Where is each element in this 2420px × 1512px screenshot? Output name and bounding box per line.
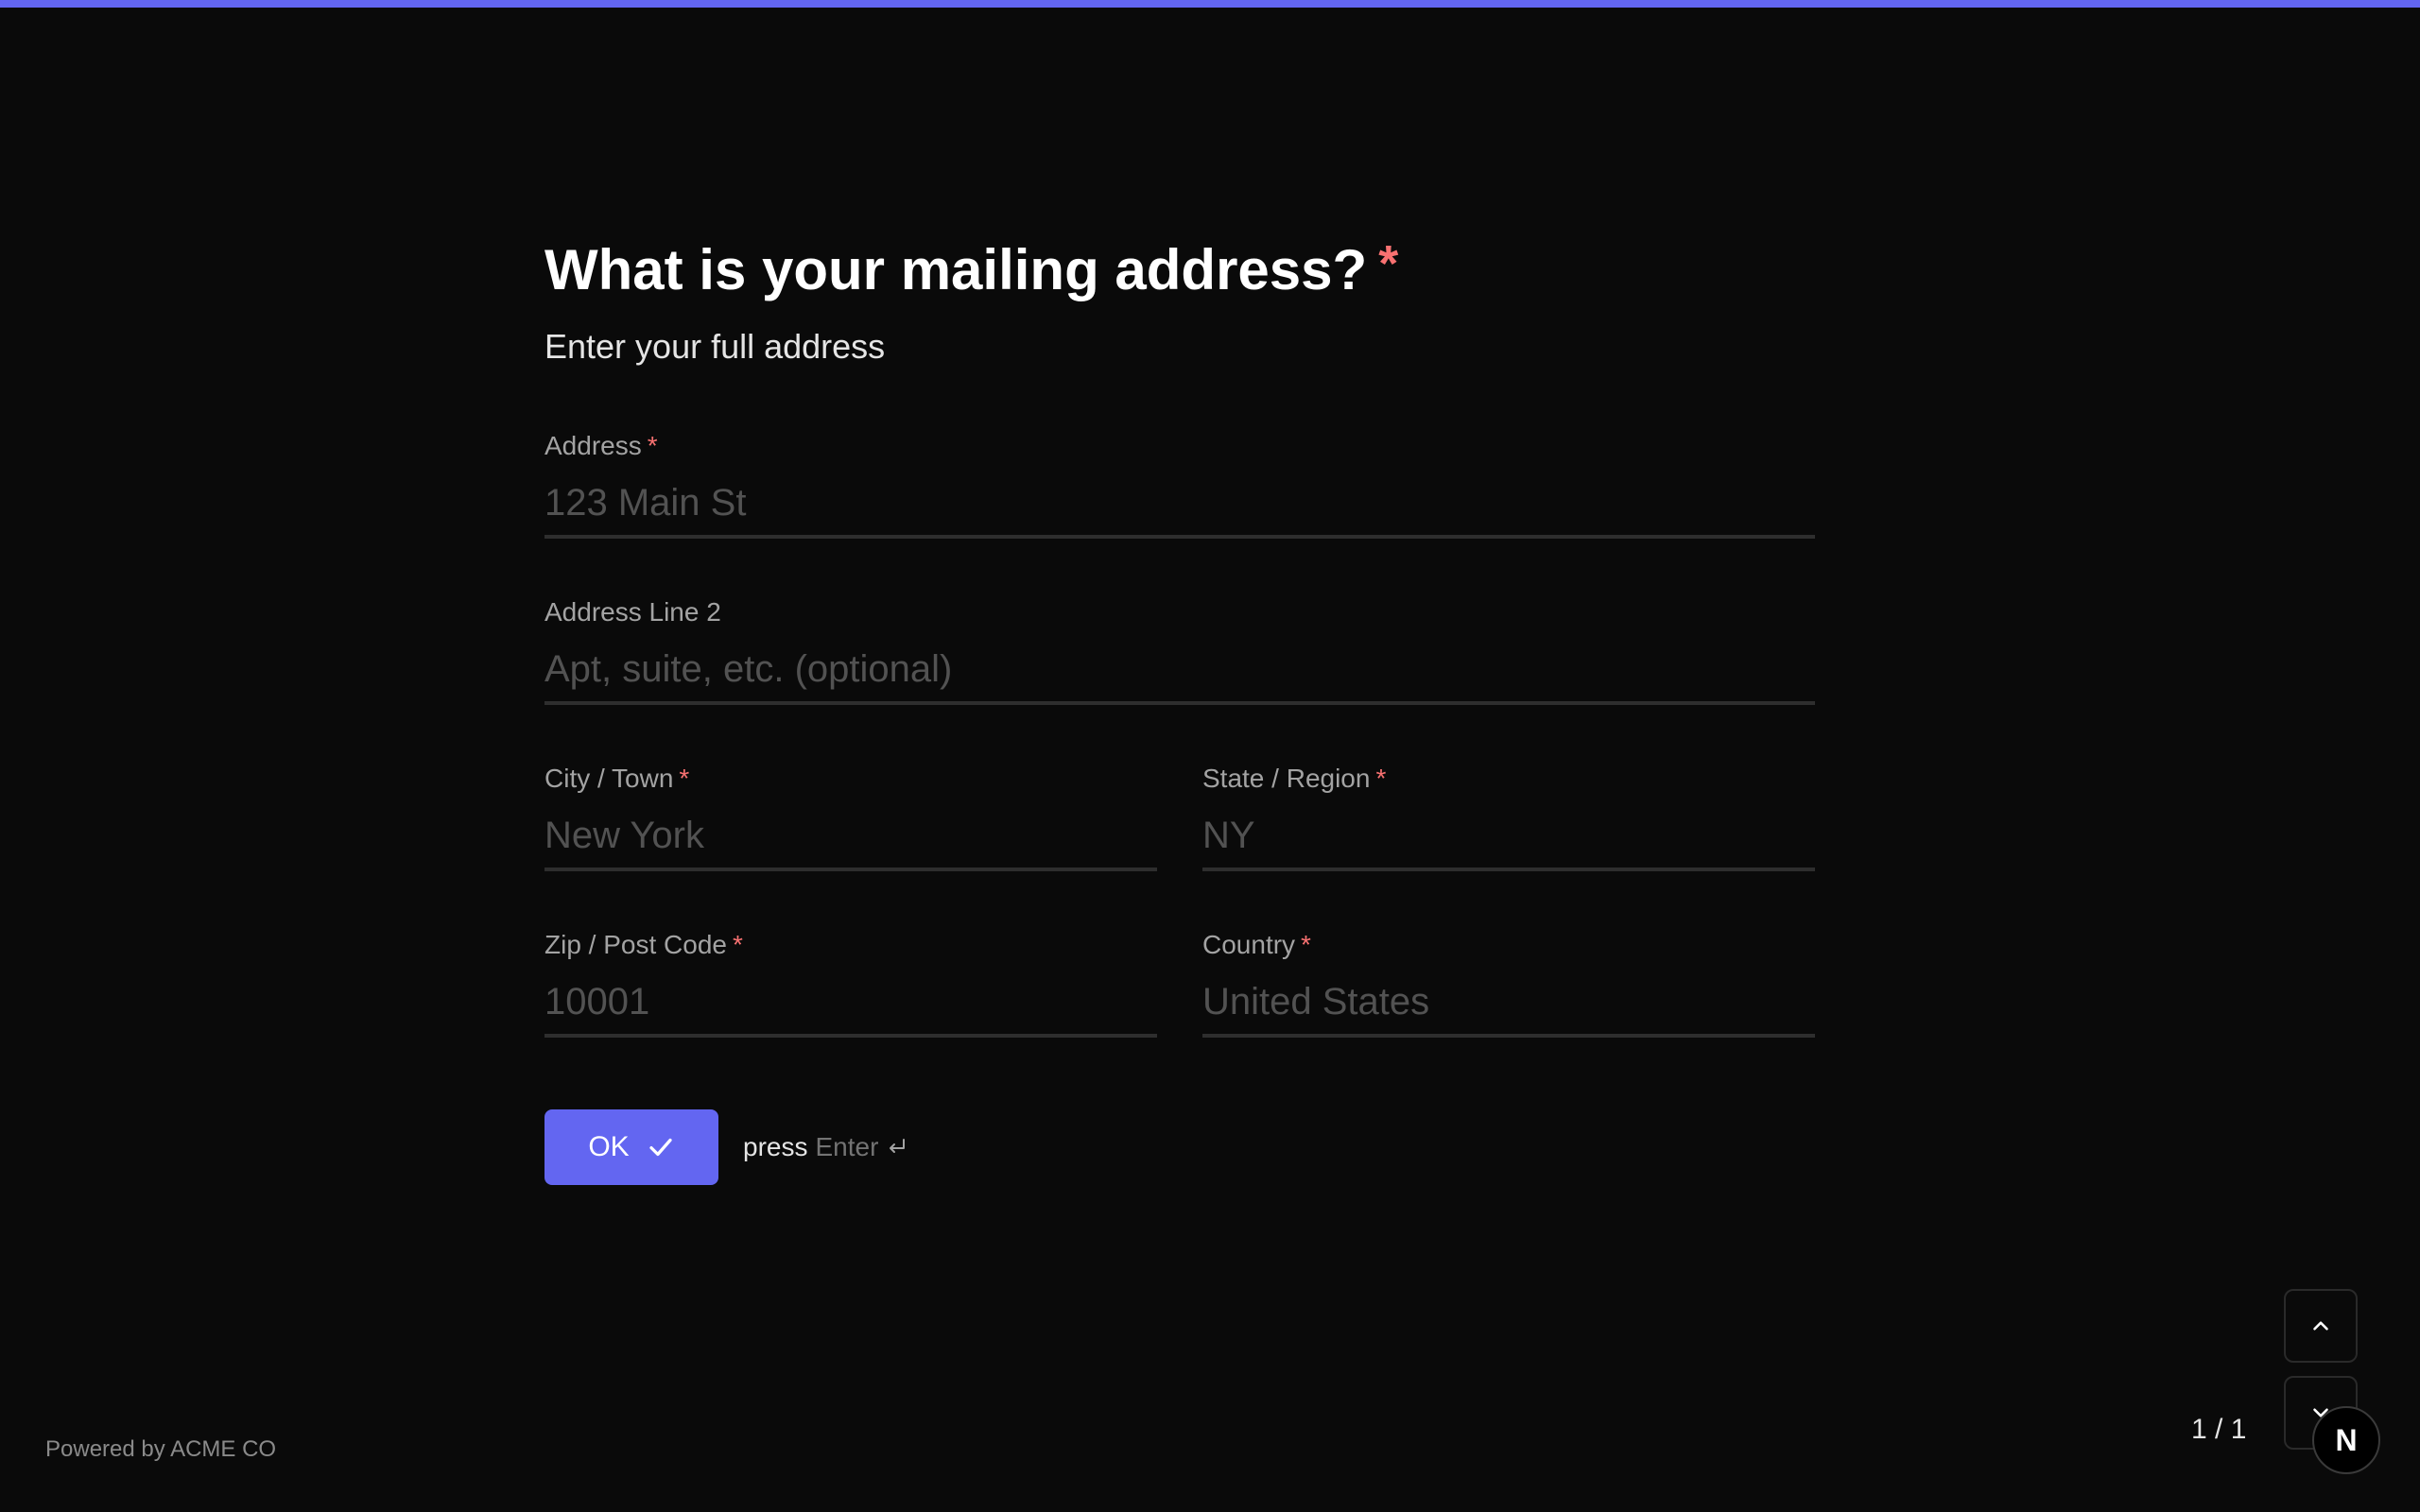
question-title-row: What is your mailing address? * [544, 234, 1815, 306]
check-icon [649, 1138, 672, 1157]
address-line-2-field-group: Address Line 2 [544, 595, 1815, 762]
previous-question-button[interactable] [2284, 1289, 2358, 1363]
address-line-2-label-row: Address Line 2 [544, 595, 1815, 629]
zip-input[interactable] [544, 981, 1157, 1038]
city-field-group: City / Town * [544, 762, 1157, 928]
required-asterisk: * [1301, 930, 1311, 959]
country-label: Country [1202, 930, 1296, 959]
city-label: City / Town [544, 764, 674, 793]
n-logo-badge[interactable]: N [2312, 1406, 2380, 1474]
zip-label-row: Zip / Post Code * [544, 928, 1157, 962]
n-logo-letter: N [2335, 1422, 2358, 1457]
required-asterisk: * [647, 431, 658, 460]
country-label-row: Country * [1202, 928, 1815, 962]
address-fields: Address * Address Line 2 City / Town * [544, 429, 1815, 1094]
chevron-up-icon [2313, 1321, 2328, 1331]
hint-prefix: press [743, 1132, 808, 1161]
required-asterisk: * [732, 930, 743, 959]
state-field-group: State / Region * [1202, 762, 1815, 928]
question-title: What is your mailing address? [544, 238, 1368, 301]
address-line-2-label: Address Line 2 [544, 597, 721, 627]
state-input[interactable] [1202, 815, 1815, 871]
address-field-group: Address * [544, 429, 1815, 595]
progress-bar [0, 0, 2420, 8]
city-input[interactable] [544, 815, 1157, 871]
address-label-row: Address * [544, 429, 1815, 463]
state-label-row: State / Region * [1202, 762, 1815, 796]
address-input[interactable] [544, 482, 1815, 539]
country-input[interactable] [1202, 981, 1815, 1038]
powered-by-text: Powered by ACME CO [45, 1436, 277, 1462]
ok-button[interactable]: OK [544, 1109, 718, 1185]
required-asterisk: * [1375, 764, 1387, 793]
address-form: What is your mailing address? * Enter yo… [544, 234, 1815, 1185]
enter-return-icon [890, 1139, 906, 1153]
zip-field-group: Zip / Post Code * [544, 928, 1157, 1094]
question-subtitle: Enter your full address [544, 327, 886, 366]
country-field-group: Country * [1202, 928, 1815, 1094]
required-asterisk: * [1378, 235, 1399, 292]
city-label-row: City / Town * [544, 762, 1157, 796]
required-asterisk: * [679, 764, 690, 793]
zip-label: Zip / Post Code [544, 930, 727, 959]
address-line-2-input[interactable] [544, 648, 1815, 705]
form-page: What is your mailing address? * Enter yo… [0, 0, 2420, 1512]
ok-button-label: OK [588, 1131, 630, 1162]
hint-key: Enter [815, 1132, 879, 1161]
address-label: Address [544, 431, 642, 460]
form-actions: OK press Enter [544, 1109, 1815, 1185]
enter-hint: press Enter [743, 1132, 908, 1162]
progress-bar-fill [0, 0, 2420, 8]
state-label: State / Region [1202, 764, 1371, 793]
page-indicator: 1 / 1 [2191, 1414, 2247, 1445]
